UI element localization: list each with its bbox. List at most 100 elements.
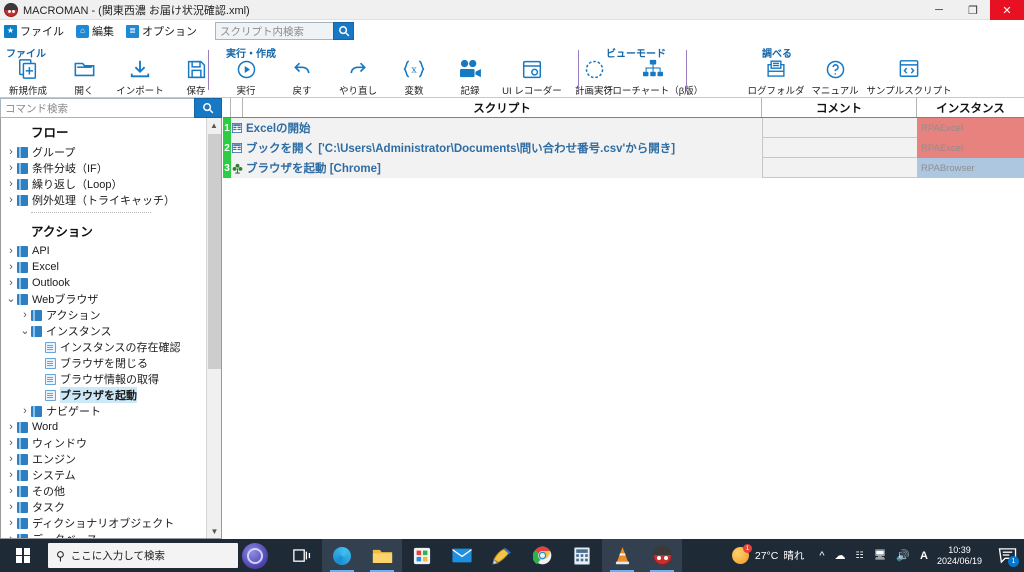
ribbon-button-redo[interactable]: やり直し — [330, 57, 386, 97]
taskbar-app-microsoft-edge[interactable] — [322, 539, 362, 572]
instance-cell[interactable]: RPAExcel — [917, 118, 1024, 138]
column-header-comment[interactable]: コメント — [762, 98, 917, 117]
start-button[interactable] — [0, 539, 46, 572]
command-search-input[interactable]: コマンド検索 — [0, 98, 194, 118]
script-cell[interactable]: ブラウザを起動 [Chrome] — [243, 158, 762, 178]
tree-node[interactable]: › タスク — [1, 499, 207, 515]
chevron-right-icon[interactable]: › — [5, 277, 17, 289]
chevron-right-icon[interactable]: › — [19, 309, 31, 321]
volume-icon[interactable]: 🔊 — [896, 549, 910, 562]
script-search-input[interactable]: スクリプト内検索 — [215, 22, 333, 40]
chevron-right-icon[interactable]: › — [19, 405, 31, 417]
tree-node[interactable]: › Outlook — [1, 275, 207, 291]
taskbar-app-file-explorer[interactable] — [362, 539, 402, 572]
menu-item-edit[interactable]: ⌂ 編集 — [76, 23, 114, 39]
chevron-right-icon[interactable]: › — [5, 501, 17, 513]
search-icon[interactable] — [194, 98, 222, 118]
instance-cell[interactable]: RPABrowser — [917, 158, 1024, 178]
taskbar-app-google-chrome[interactable] — [522, 539, 562, 572]
taskbar-app-paint[interactable] — [482, 539, 522, 572]
tree-node[interactable]: › Word — [1, 419, 207, 435]
instance-cell[interactable]: RPAExcel — [917, 138, 1024, 158]
scroll-up-icon[interactable]: ▲ — [207, 118, 221, 133]
table-row[interactable]: 1 Excelの開始 RPAExcel — [223, 118, 1024, 138]
script-cell[interactable]: Excelの開始 — [243, 118, 762, 138]
chevron-right-icon[interactable]: › — [5, 162, 17, 174]
ribbon-button-ui-recorder[interactable]: UI レコーダー — [498, 57, 566, 97]
chevron-right-icon[interactable]: › — [5, 261, 17, 273]
command-tree[interactable]: フロー › グループ › 条件分岐（IF） › 繰り返し（Loop） › 例外処理（トライキャッ… — [0, 118, 222, 539]
display-icon[interactable]: 🖥 — [874, 550, 887, 561]
tree-node[interactable]: ⌄ インスタンス — [1, 323, 207, 339]
ribbon-button-save[interactable]: 保存 — [168, 57, 224, 97]
tree-node[interactable]: インスタンスの存在確認 — [1, 339, 207, 355]
ribbon-button-new[interactable]: 新規作成 — [0, 57, 56, 97]
onedrive-icon[interactable]: ☁ — [835, 549, 846, 562]
ribbon-button-run[interactable]: 実行 — [218, 57, 274, 97]
tree-node[interactable]: › ディクショナリオブジェクト — [1, 515, 207, 531]
search-icon[interactable] — [333, 22, 354, 40]
tree-node[interactable]: › ナビゲート — [1, 403, 207, 419]
chevron-right-icon[interactable]: › — [5, 453, 17, 465]
tree-node[interactable]: › 繰り返し（Loop） — [1, 176, 207, 192]
chevron-right-icon[interactable]: › — [5, 194, 17, 206]
chevron-right-icon[interactable]: › — [5, 421, 17, 433]
ribbon-button-sample-script[interactable]: サンプルスクリプト — [863, 57, 955, 97]
tree-node[interactable]: › グループ — [1, 144, 207, 160]
chevron-up-icon[interactable]: ^ — [819, 550, 824, 562]
tree-node[interactable]: › その他 — [1, 483, 207, 499]
taskbar-app-microsoft-store[interactable] — [402, 539, 442, 572]
maximize-button[interactable]: ❐ — [956, 0, 990, 20]
column-header-script[interactable]: スクリプト — [243, 98, 762, 117]
scrollbar-thumb[interactable] — [208, 134, 221, 369]
tree-node[interactable]: › API — [1, 243, 207, 259]
menu-item-file[interactable]: ★ ファイル — [4, 23, 64, 39]
taskbar-app-macroman[interactable] — [642, 539, 682, 572]
close-button[interactable]: ✕ — [990, 0, 1024, 20]
cortana-icon[interactable] — [242, 542, 268, 569]
ribbon-button-flowchart[interactable]: フローチャート（β版） — [588, 57, 718, 97]
scroll-down-icon[interactable]: ▼ — [207, 524, 221, 538]
minimize-button[interactable]: ─ — [922, 0, 956, 20]
taskbar-app-vlc[interactable] — [602, 539, 642, 572]
taskbar-app-mail[interactable] — [442, 539, 482, 572]
tree-node[interactable]: ⌄ Webブラウザ — [1, 291, 207, 307]
menu-item-options[interactable]: ≣ オプション — [126, 23, 197, 39]
ribbon-button-undo[interactable]: 戻す — [274, 57, 330, 97]
chevron-right-icon[interactable]: › — [5, 146, 17, 158]
taskbar-clock[interactable]: 10:39 2024/06/19 — [937, 545, 982, 567]
chevron-down-icon[interactable]: ⌄ — [5, 294, 17, 305]
taskbar-app-task-view[interactable] — [282, 539, 322, 572]
ribbon-button-import[interactable]: インポート — [112, 57, 168, 97]
tree-node[interactable]: ›データベース — [1, 531, 207, 538]
tree-node[interactable]: ブラウザを起動 — [1, 387, 207, 403]
tree-node[interactable]: › アクション — [1, 307, 207, 323]
taskbar-app-calculator[interactable] — [562, 539, 602, 572]
ribbon-button-log-folder[interactable]: ログフォルダ — [745, 57, 807, 97]
table-row[interactable]: 2 ブックを開く ['C:\Users\Administrator\Documen… — [223, 138, 1024, 158]
ribbon-button-manual[interactable]: マニュアル — [807, 57, 863, 97]
chevron-right-icon[interactable]: › — [5, 517, 17, 529]
ribbon-button-open[interactable]: 開く — [56, 57, 112, 97]
tree-node[interactable]: ブラウザ情報の取得 — [1, 371, 207, 387]
chevron-right-icon[interactable]: › — [5, 485, 17, 497]
table-row[interactable]: 3 ブラウザを起動 [Chrome] RPABrowser — [223, 158, 1024, 178]
chevron-right-icon[interactable]: › — [5, 245, 17, 257]
comment-cell[interactable] — [762, 118, 917, 138]
ribbon-button-variables[interactable]: x 変数 — [386, 57, 442, 97]
network-icon[interactable]: ☷ — [856, 550, 864, 561]
command-tree-scrollbar[interactable]: ▲ ▼ — [206, 118, 221, 538]
script-cell[interactable]: ブックを開く ['C:\Users\Administrator\Document… — [243, 138, 762, 158]
weather-widget[interactable]: 1 27°C 晴れ — [731, 544, 804, 564]
ime-icon[interactable]: A — [920, 550, 928, 562]
notification-center-button[interactable]: 1 — [990, 539, 1024, 572]
chevron-right-icon[interactable]: › — [5, 469, 17, 481]
chevron-right-icon[interactable]: › — [5, 437, 17, 449]
tree-node[interactable]: › ウィンドウ — [1, 435, 207, 451]
tree-node[interactable]: › Excel — [1, 259, 207, 275]
tree-node[interactable]: › システム — [1, 467, 207, 483]
comment-cell[interactable] — [762, 158, 917, 178]
tree-node[interactable]: › エンジン — [1, 451, 207, 467]
comment-cell[interactable] — [762, 138, 917, 158]
tree-node[interactable]: › 条件分岐（IF） — [1, 160, 207, 176]
